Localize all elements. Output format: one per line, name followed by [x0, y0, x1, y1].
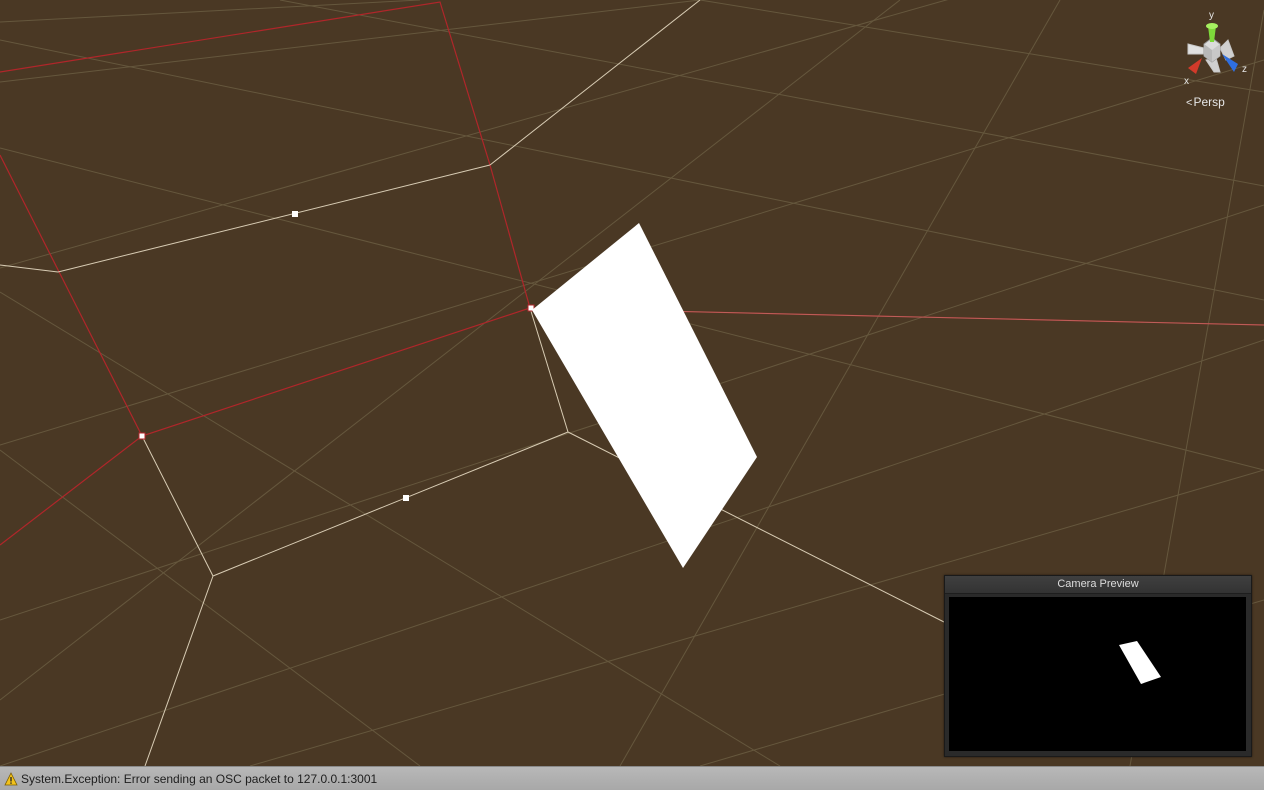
axis-label-x: x — [1184, 76, 1189, 87]
projection-label: Persp — [1193, 95, 1225, 109]
projection-toggle[interactable]: <Persp — [1186, 95, 1225, 109]
camera-preview-title: Camera Preview — [945, 576, 1251, 594]
scene-view[interactable]: y x z <Persp Camera Preview — [0, 0, 1264, 766]
status-bar[interactable]: System.Exception: Error sending an OSC p… — [0, 766, 1264, 790]
warning-icon — [4, 771, 18, 785]
axis-gizmo-icon: y x z — [1184, 10, 1247, 87]
vertex-handle-selected[interactable] — [138, 432, 146, 440]
vertex-handle[interactable] — [292, 211, 298, 217]
preview-quad-object — [1119, 641, 1161, 684]
camera-preview-panel: Camera Preview — [944, 575, 1252, 757]
orientation-gizmo[interactable]: y x z — [1176, 8, 1256, 88]
status-message[interactable]: System.Exception: Error sending an OSC p… — [21, 772, 377, 786]
axis-label-y: y — [1209, 10, 1214, 21]
axis-label-z: z — [1242, 64, 1247, 75]
vertex-handle[interactable] — [403, 495, 409, 501]
camera-preview-viewport — [949, 597, 1246, 751]
perspective-chevron-icon: < — [1186, 97, 1193, 109]
